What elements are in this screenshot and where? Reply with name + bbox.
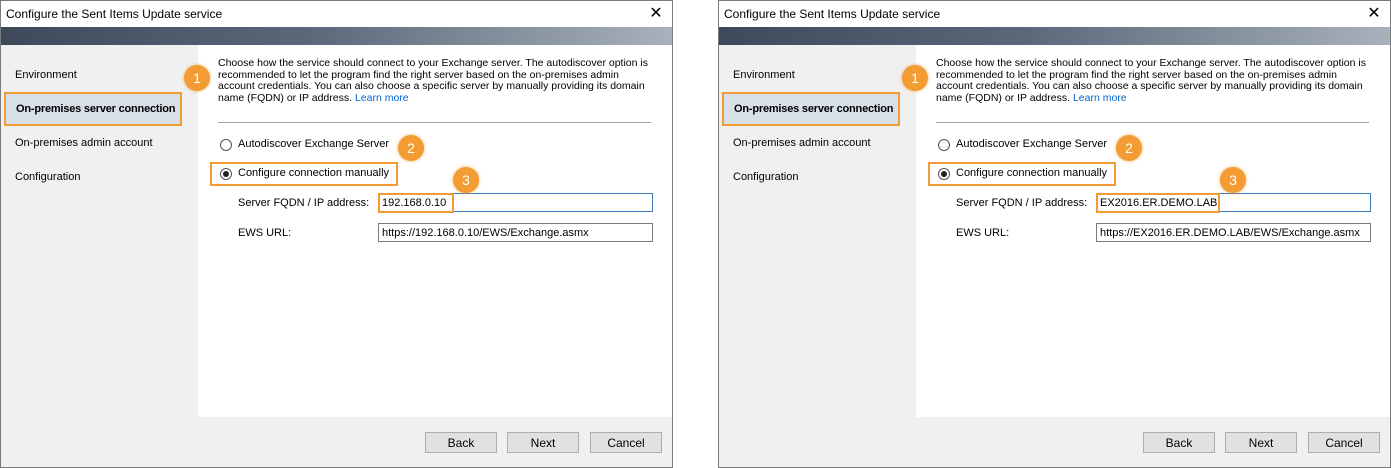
autodiscover-radio[interactable] (220, 139, 232, 151)
ews-url-input[interactable]: https://192.168.0.10/EWS/Exchange.asmx (378, 223, 653, 242)
learn-more-link[interactable]: Learn more (1073, 92, 1127, 104)
dialog-left: Configure the Sent Items Update service … (0, 0, 673, 468)
step-badge-3: 3 (453, 167, 479, 193)
cancel-button[interactable]: Cancel (590, 432, 662, 453)
content-panel: Choose how the service should connect to… (916, 45, 1390, 417)
step-badge-1: 1 (184, 65, 210, 91)
description-text: Choose how the service should connect to… (218, 57, 648, 104)
nav-item-label: On-premises server connection (734, 103, 894, 115)
step-badge-2: 2 (1116, 135, 1142, 161)
autodiscover-label[interactable]: Autodiscover Exchange Server (238, 138, 389, 150)
close-icon[interactable]: ✕ (646, 4, 666, 24)
manual-radio[interactable] (938, 168, 950, 180)
autodiscover-radio[interactable] (938, 139, 950, 151)
radio-selected-dot (223, 171, 229, 177)
title-bar: Configure the Sent Items Update service … (719, 1, 1390, 27)
nav-item-configuration[interactable]: Configuration (733, 171, 798, 183)
ews-url-value: https://EX2016.ER.DEMO.LAB/EWS/Exchange.… (1100, 227, 1360, 239)
title-bar: Configure the Sent Items Update service … (1, 1, 672, 27)
close-icon[interactable]: ✕ (1364, 4, 1384, 24)
dialog-right: Configure the Sent Items Update service … (718, 0, 1391, 468)
step-badge-2: 2 (398, 135, 424, 161)
manual-radio[interactable] (220, 168, 232, 180)
description-text: Choose how the service should connect to… (936, 57, 1366, 104)
header-banner (1, 27, 672, 45)
content-panel: Choose how the service should connect to… (198, 45, 672, 417)
cancel-button[interactable]: Cancel (1308, 432, 1380, 453)
description: Choose how the service should connect to… (936, 57, 1376, 104)
server-fqdn-label: Server FQDN / IP address: (956, 197, 1088, 209)
learn-more-link[interactable]: Learn more (355, 92, 409, 104)
next-button[interactable]: Next (1225, 432, 1297, 453)
radio-selected-dot (941, 171, 947, 177)
separator (936, 122, 1369, 123)
header-banner (719, 27, 1390, 45)
step-badge-3: 3 (1220, 167, 1246, 193)
separator (218, 122, 651, 123)
description: Choose how the service should connect to… (218, 57, 658, 104)
back-button[interactable]: Back (425, 432, 497, 453)
window-title: Configure the Sent Items Update service (724, 7, 941, 21)
next-button[interactable]: Next (507, 432, 579, 453)
nav-item-environment[interactable]: Environment (15, 69, 77, 81)
nav-item-environment[interactable]: Environment (733, 69, 795, 81)
nav-item-server-connection[interactable]: On-premises server connection (4, 92, 182, 126)
nav-item-configuration[interactable]: Configuration (15, 171, 80, 183)
nav-item-admin-account[interactable]: On-premises admin account (733, 137, 871, 149)
nav-item-label: On-premises server connection (16, 103, 176, 115)
manual-label[interactable]: Configure connection manually (956, 167, 1107, 179)
back-button[interactable]: Back (1143, 432, 1215, 453)
server-value-highlight (1096, 193, 1220, 213)
nav-item-server-connection[interactable]: On-premises server connection (722, 92, 900, 126)
manual-label[interactable]: Configure connection manually (238, 167, 389, 179)
ews-url-value: https://192.168.0.10/EWS/Exchange.asmx (382, 227, 589, 239)
window-title: Configure the Sent Items Update service (6, 7, 223, 21)
server-value-highlight (378, 193, 454, 213)
ews-url-label: EWS URL: (956, 227, 1010, 239)
ews-url-input[interactable]: https://EX2016.ER.DEMO.LAB/EWS/Exchange.… (1096, 223, 1371, 242)
ews-url-label: EWS URL: (238, 227, 292, 239)
server-fqdn-label: Server FQDN / IP address: (238, 197, 370, 209)
autodiscover-label[interactable]: Autodiscover Exchange Server (956, 138, 1107, 150)
step-badge-1: 1 (902, 65, 928, 91)
nav-item-admin-account[interactable]: On-premises admin account (15, 137, 153, 149)
